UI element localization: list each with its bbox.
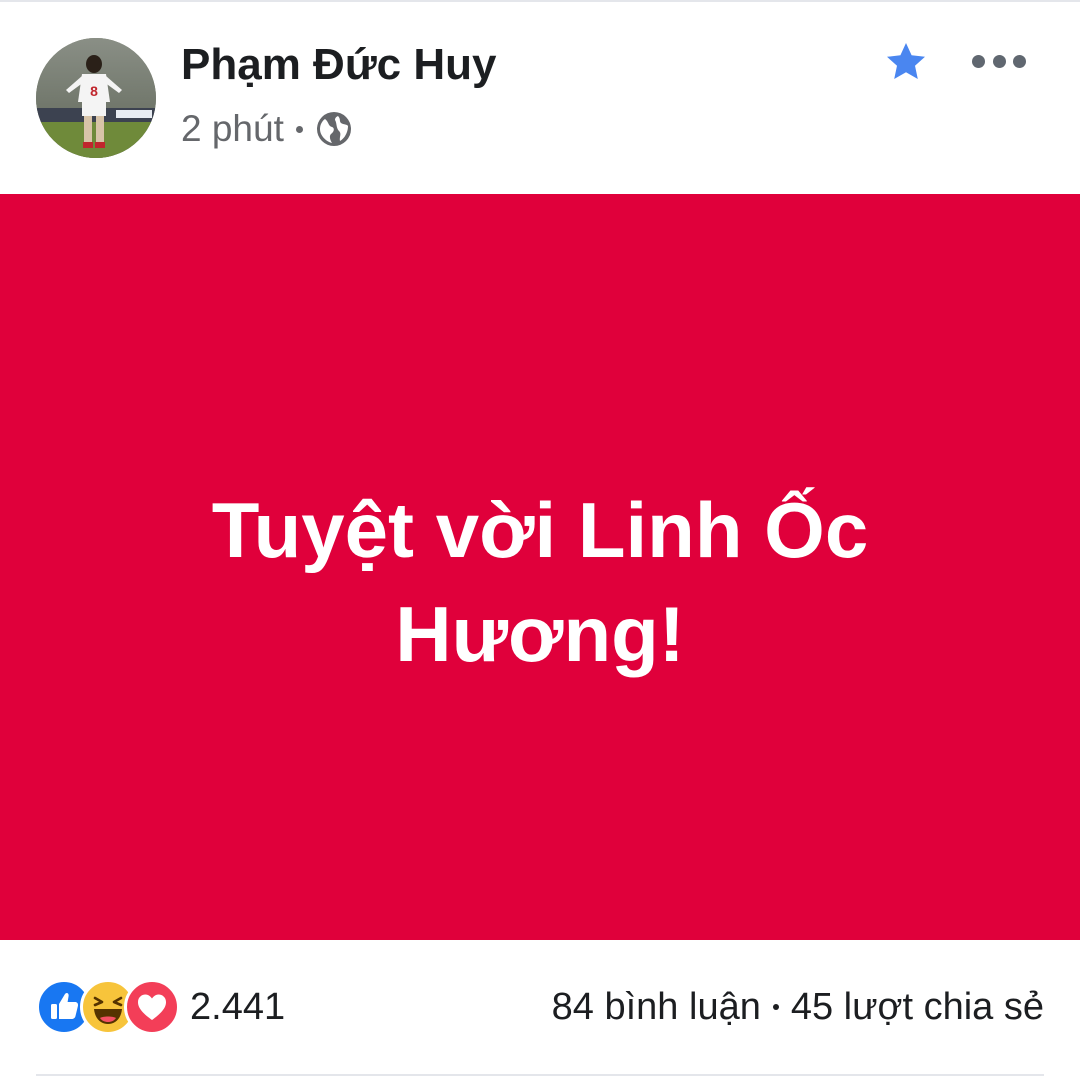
author-avatar[interactable]: 8 [36, 38, 156, 158]
dot [1013, 54, 1026, 68]
separator-dot [295, 125, 303, 133]
post-meta: 2 phút [181, 107, 353, 151]
svg-text:8: 8 [90, 83, 98, 99]
dot [972, 54, 985, 68]
engagement-stats: 84 bình luận 45 lượt chia sẻ [552, 982, 1044, 1032]
reactions-summary[interactable]: 2.441 [36, 979, 286, 1035]
shares-count[interactable]: 45 lượt chia sẻ [791, 986, 1044, 1029]
post-text-card[interactable]: Tuyệt vời Linh Ốc Hương! [0, 194, 1080, 940]
globe-icon[interactable] [315, 110, 353, 148]
love-icon [124, 979, 180, 1035]
bottom-divider [36, 1074, 1044, 1076]
top-divider [0, 0, 1080, 2]
avatar-photo: 8 [36, 38, 156, 158]
star-icon[interactable] [884, 40, 928, 84]
author-name[interactable]: Phạm Đức Huy [181, 40, 497, 90]
post-time[interactable]: 2 phút [181, 108, 284, 150]
dot [992, 54, 1006, 68]
facebook-post: 8 Phạm Đức Huy 2 phút Tuyệt vời Linh Ốc … [0, 0, 1080, 1080]
separator-dot [772, 1004, 779, 1010]
comments-count[interactable]: 84 bình luận [552, 986, 761, 1029]
reaction-count: 2.441 [190, 985, 286, 1028]
post-text: Tuyệt vời Linh Ốc Hương! [211, 486, 869, 678]
more-options-icon[interactable] [972, 50, 1026, 72]
